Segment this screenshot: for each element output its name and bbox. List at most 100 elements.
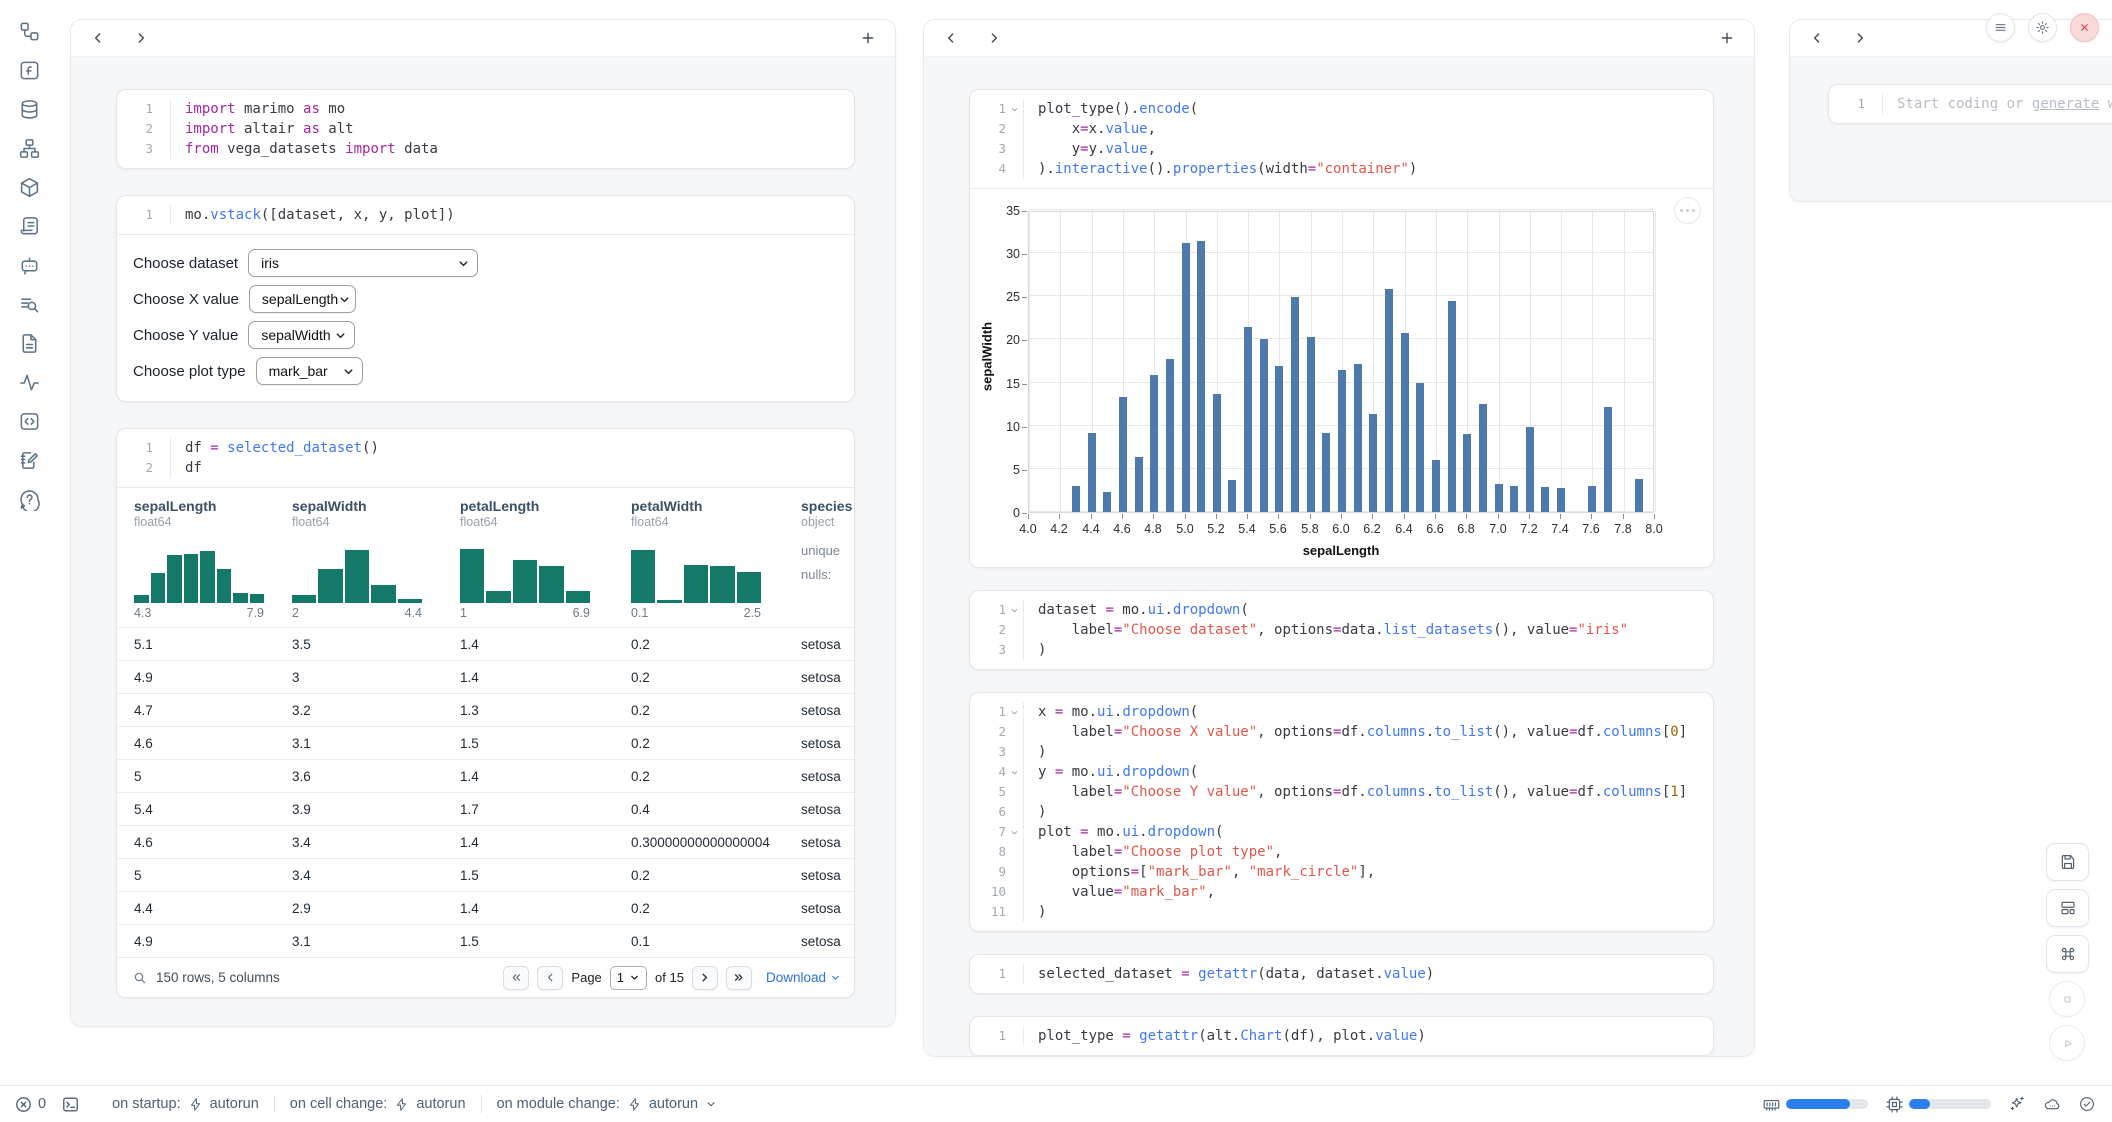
table-row[interactable]: 4.42.91.40.2setosa — [117, 891, 854, 924]
runtime-config-3[interactable]: on module change:autorun — [497, 1096, 718, 1112]
table-row[interactable]: 5.13.51.40.2setosa — [117, 627, 854, 660]
code-line[interactable]: 6) — [970, 802, 1713, 822]
sidebar-item-function-square[interactable] — [16, 57, 42, 83]
code-editor[interactable]: 1x = mo.ui.dropdown(2 label="Choose X va… — [970, 693, 1713, 931]
code-editor[interactable]: 1plot_type = getattr(alt.Chart(df), plot… — [970, 1017, 1713, 1055]
column-histogram[interactable] — [292, 543, 422, 603]
column-name[interactable]: petalLength — [460, 498, 631, 514]
table-row[interactable]: 5.43.91.70.4setosa — [117, 792, 854, 825]
error-count-badge[interactable]: 0 — [14, 1095, 46, 1114]
terminal-button[interactable] — [61, 1095, 80, 1114]
ai-assist-button[interactable] — [2008, 1095, 2026, 1113]
scroll-left-button[interactable] — [943, 30, 959, 46]
code-line[interactable]: 1dataset = mo.ui.dropdown( — [970, 600, 1713, 620]
runtime-config-1[interactable]: on startup:autorun — [112, 1096, 259, 1112]
code-line[interactable]: 9 options=["mark_bar", "mark_circle"], — [970, 862, 1713, 882]
scroll-right-button[interactable] — [1852, 30, 1868, 46]
table-row[interactable]: 53.41.50.2setosa — [117, 858, 854, 891]
code-line[interactable]: 1plot_type = getattr(alt.Chart(df), plot… — [970, 1026, 1713, 1046]
code-line[interactable]: 1df = selected_dataset() — [117, 438, 854, 458]
table-row[interactable]: 4.63.11.50.2setosa — [117, 726, 854, 759]
code-line[interactable]: 1x = mo.ui.dropdown( — [970, 702, 1713, 722]
scroll-left-button[interactable] — [1809, 30, 1825, 46]
search-icon[interactable] — [132, 970, 148, 986]
column-name[interactable]: sepalLength — [134, 498, 292, 514]
code-editor[interactable]: 1dataset = mo.ui.dropdown(2 label="Choos… — [970, 591, 1713, 669]
choose-y-value-select[interactable]: sepalWidth — [248, 321, 355, 349]
code-cell-vstack[interactable]: 1mo.vstack([dataset, x, y, plot]) Choose… — [116, 195, 855, 402]
code-cell-selected-dataset[interactable]: 1selected_dataset = getattr(data, datase… — [969, 954, 1714, 994]
first-page-button[interactable] — [503, 966, 529, 990]
last-page-button[interactable] — [726, 966, 752, 990]
fold-arrow-icon[interactable] — [1006, 762, 1023, 782]
code-cell-dataset-dropdown[interactable]: 1dataset = mo.ui.dropdown(2 label="Choos… — [969, 590, 1714, 670]
next-page-button[interactable] — [692, 966, 718, 990]
code-line[interactable]: 4).interactive().properties(width="conta… — [970, 159, 1713, 179]
code-line[interactable]: 2 label="Choose X value", options=df.col… — [970, 722, 1713, 742]
sidebar-item-database[interactable] — [16, 96, 42, 122]
column-histogram[interactable] — [631, 543, 761, 603]
code-line[interactable]: 1import marimo as mo — [117, 99, 854, 119]
sidebar-item-file-text[interactable] — [16, 330, 42, 356]
code-cell-dataframe[interactable]: 1df = selected_dataset()2df sepalLengthf… — [116, 428, 855, 998]
chart-plot-area[interactable] — [1028, 211, 1654, 513]
code-line[interactable]: 1plot_type().encode( — [970, 99, 1713, 119]
code-line[interactable]: 2 label="Choose dataset", options=data.l… — [970, 620, 1713, 640]
scroll-right-button[interactable] — [986, 30, 1002, 46]
code-editor[interactable]: 1import marimo as mo2import altair as al… — [117, 90, 854, 168]
save-button[interactable] — [2046, 843, 2089, 881]
column-name[interactable]: petalWidth — [631, 498, 801, 514]
code-cell-plot[interactable]: 1plot_type().encode(2 x=x.value,3 y=y.va… — [969, 89, 1714, 568]
code-line[interactable]: 3 y=y.value, — [970, 139, 1713, 159]
stop-button[interactable] — [2049, 981, 2085, 1017]
fold-arrow-icon[interactable] — [1006, 600, 1023, 620]
code-line[interactable]: 2import altair as alt — [117, 119, 854, 139]
layout-button[interactable] — [2046, 889, 2089, 927]
scroll-right-button[interactable] — [133, 30, 149, 46]
code-line[interactable]: 5 label="Choose Y value", options=df.col… — [970, 782, 1713, 802]
fold-arrow-icon[interactable] — [1006, 702, 1023, 722]
cmd-button[interactable] — [2046, 935, 2089, 973]
gear-button[interactable] — [2028, 13, 2057, 42]
column-name[interactable]: sepalWidth — [292, 498, 460, 514]
fold-arrow-icon[interactable] — [1006, 822, 1023, 842]
empty-code-cell[interactable]: 1Start coding or generate with — [1828, 84, 2112, 124]
choose-x-value-select[interactable]: sepalLength — [249, 285, 356, 313]
chart-actions-menu-button[interactable] — [1674, 197, 1701, 224]
column-histogram[interactable] — [460, 543, 590, 603]
play-button[interactable] — [2049, 1025, 2085, 1061]
code-cell-plot-type[interactable]: 1plot_type = getattr(alt.Chart(df), plot… — [969, 1016, 1714, 1056]
code-editor[interactable]: 1Start coding or generate with — [1829, 85, 2112, 123]
sidebar-item-activity[interactable] — [16, 369, 42, 395]
code-line[interactable]: 8 label="Choose plot type", — [970, 842, 1713, 862]
code-cell-imports[interactable]: 1import marimo as mo2import altair as al… — [116, 89, 855, 169]
choose-dataset-select[interactable]: iris — [248, 249, 478, 277]
fold-arrow-icon[interactable] — [1006, 99, 1023, 119]
sidebar-item-bot[interactable] — [16, 252, 42, 278]
sidebar-item-list-search[interactable] — [16, 291, 42, 317]
column-histogram[interactable] — [134, 543, 264, 603]
sidebar-item-sitemap[interactable] — [16, 135, 42, 161]
code-line[interactable]: 1selected_dataset = getattr(data, datase… — [970, 964, 1713, 984]
close-button[interactable] — [2070, 13, 2099, 42]
previous-page-button[interactable] — [537, 966, 563, 990]
table-row[interactable]: 4.931.40.2setosa — [117, 660, 854, 693]
code-line[interactable]: 7plot = mo.ui.dropdown( — [970, 822, 1713, 842]
table-row[interactable]: 4.93.11.50.1setosa — [117, 924, 854, 957]
sidebar-item-code-square[interactable] — [16, 408, 42, 434]
scroll-left-button[interactable] — [90, 30, 106, 46]
sidebar-item-help-bubble[interactable] — [16, 486, 42, 512]
code-editor[interactable]: 1selected_dataset = getattr(data, datase… — [970, 955, 1713, 993]
code-line[interactable]: 3) — [970, 742, 1713, 762]
add-cell-button[interactable] — [860, 30, 876, 46]
choose-plot-type-select[interactable]: mark_bar — [256, 357, 363, 385]
connection-status-button[interactable] — [2078, 1095, 2096, 1113]
column-name[interactable]: species — [801, 498, 855, 514]
menu-button[interactable] — [1986, 13, 2015, 42]
download-button[interactable]: Download — [766, 970, 841, 985]
code-line[interactable]: 1mo.vstack([dataset, x, y, plot]) — [117, 205, 854, 225]
altair-bar-chart[interactable]: 4.04.24.44.64.85.05.25.45.65.86.06.26.46… — [970, 189, 1713, 567]
sidebar-item-notebook-pen[interactable] — [16, 447, 42, 473]
code-line[interactable]: 10 value="mark_bar", — [970, 882, 1713, 902]
add-cell-button[interactable] — [1719, 30, 1735, 46]
